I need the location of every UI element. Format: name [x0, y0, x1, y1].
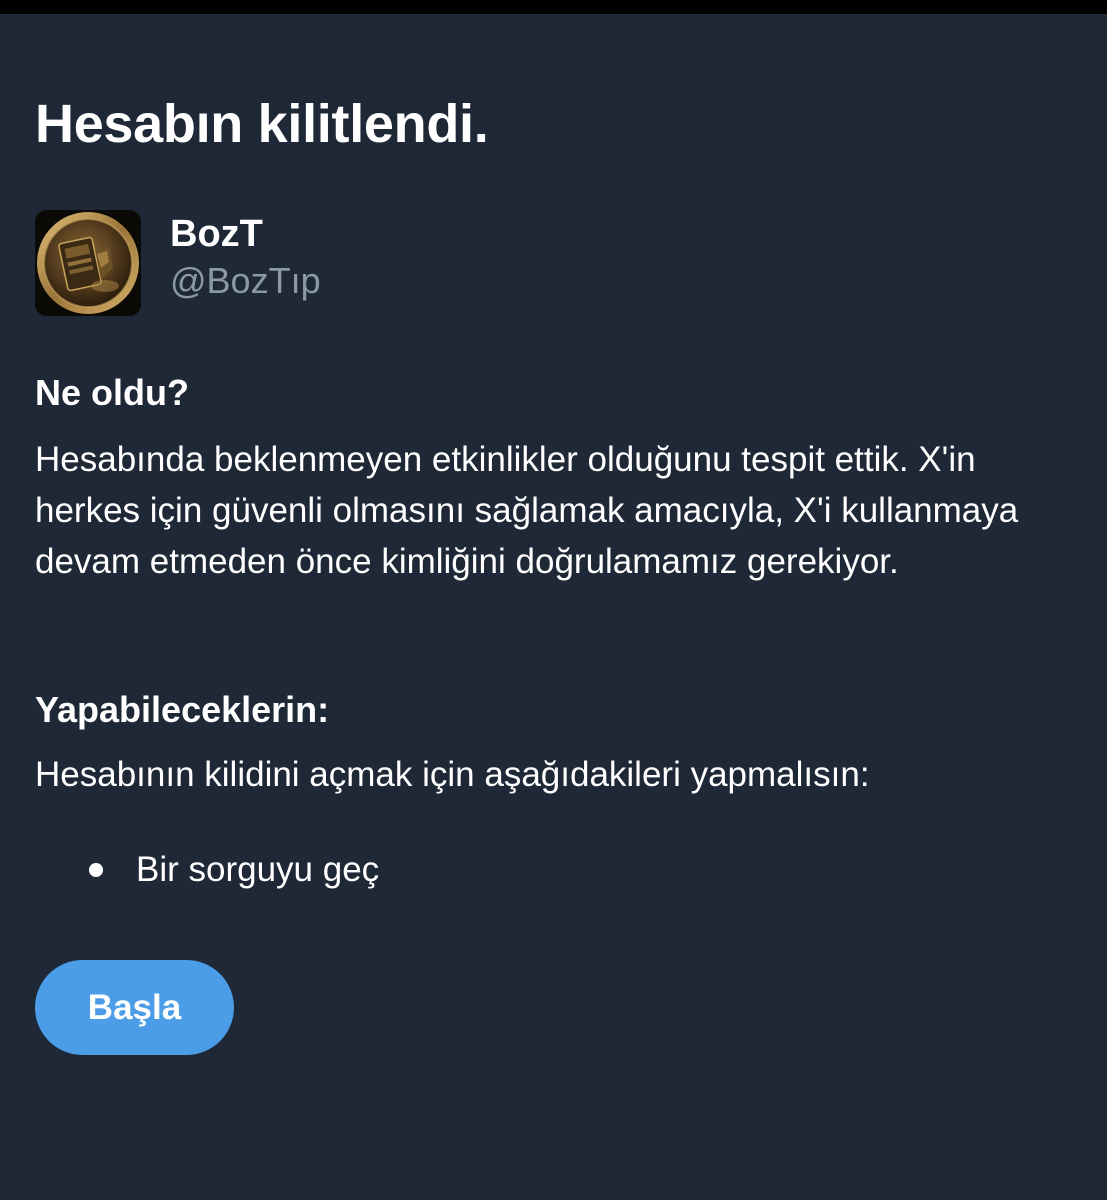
account-display-name: BozT [170, 213, 263, 255]
account-handle: @BozTıp [170, 260, 321, 301]
what-happened-text: Hesabında beklenmeyen etkinlikler olduğu… [35, 440, 1019, 581]
what-you-can-do-heading: Yapabileceklerin: [35, 689, 330, 730]
avatar [35, 210, 141, 316]
step-label: Bir sorguyu geç [136, 850, 380, 889]
page-title: Hesabın kilitlendi. [35, 94, 489, 154]
start-button[interactable]: Başla [35, 960, 234, 1055]
what-you-can-do-text: Hesabının kilidini açmak için aşağıdakil… [35, 755, 870, 794]
status-bar [0, 0, 1107, 14]
steps-list: Bir sorguyu geç [35, 846, 379, 894]
gold-coin-avatar-icon [35, 210, 141, 316]
bullet-icon [89, 863, 103, 877]
account-card: BozT @BozTıp [35, 210, 635, 318]
what-happened-heading: Ne oldu? [35, 372, 189, 413]
list-item: Bir sorguyu geç [35, 846, 379, 894]
